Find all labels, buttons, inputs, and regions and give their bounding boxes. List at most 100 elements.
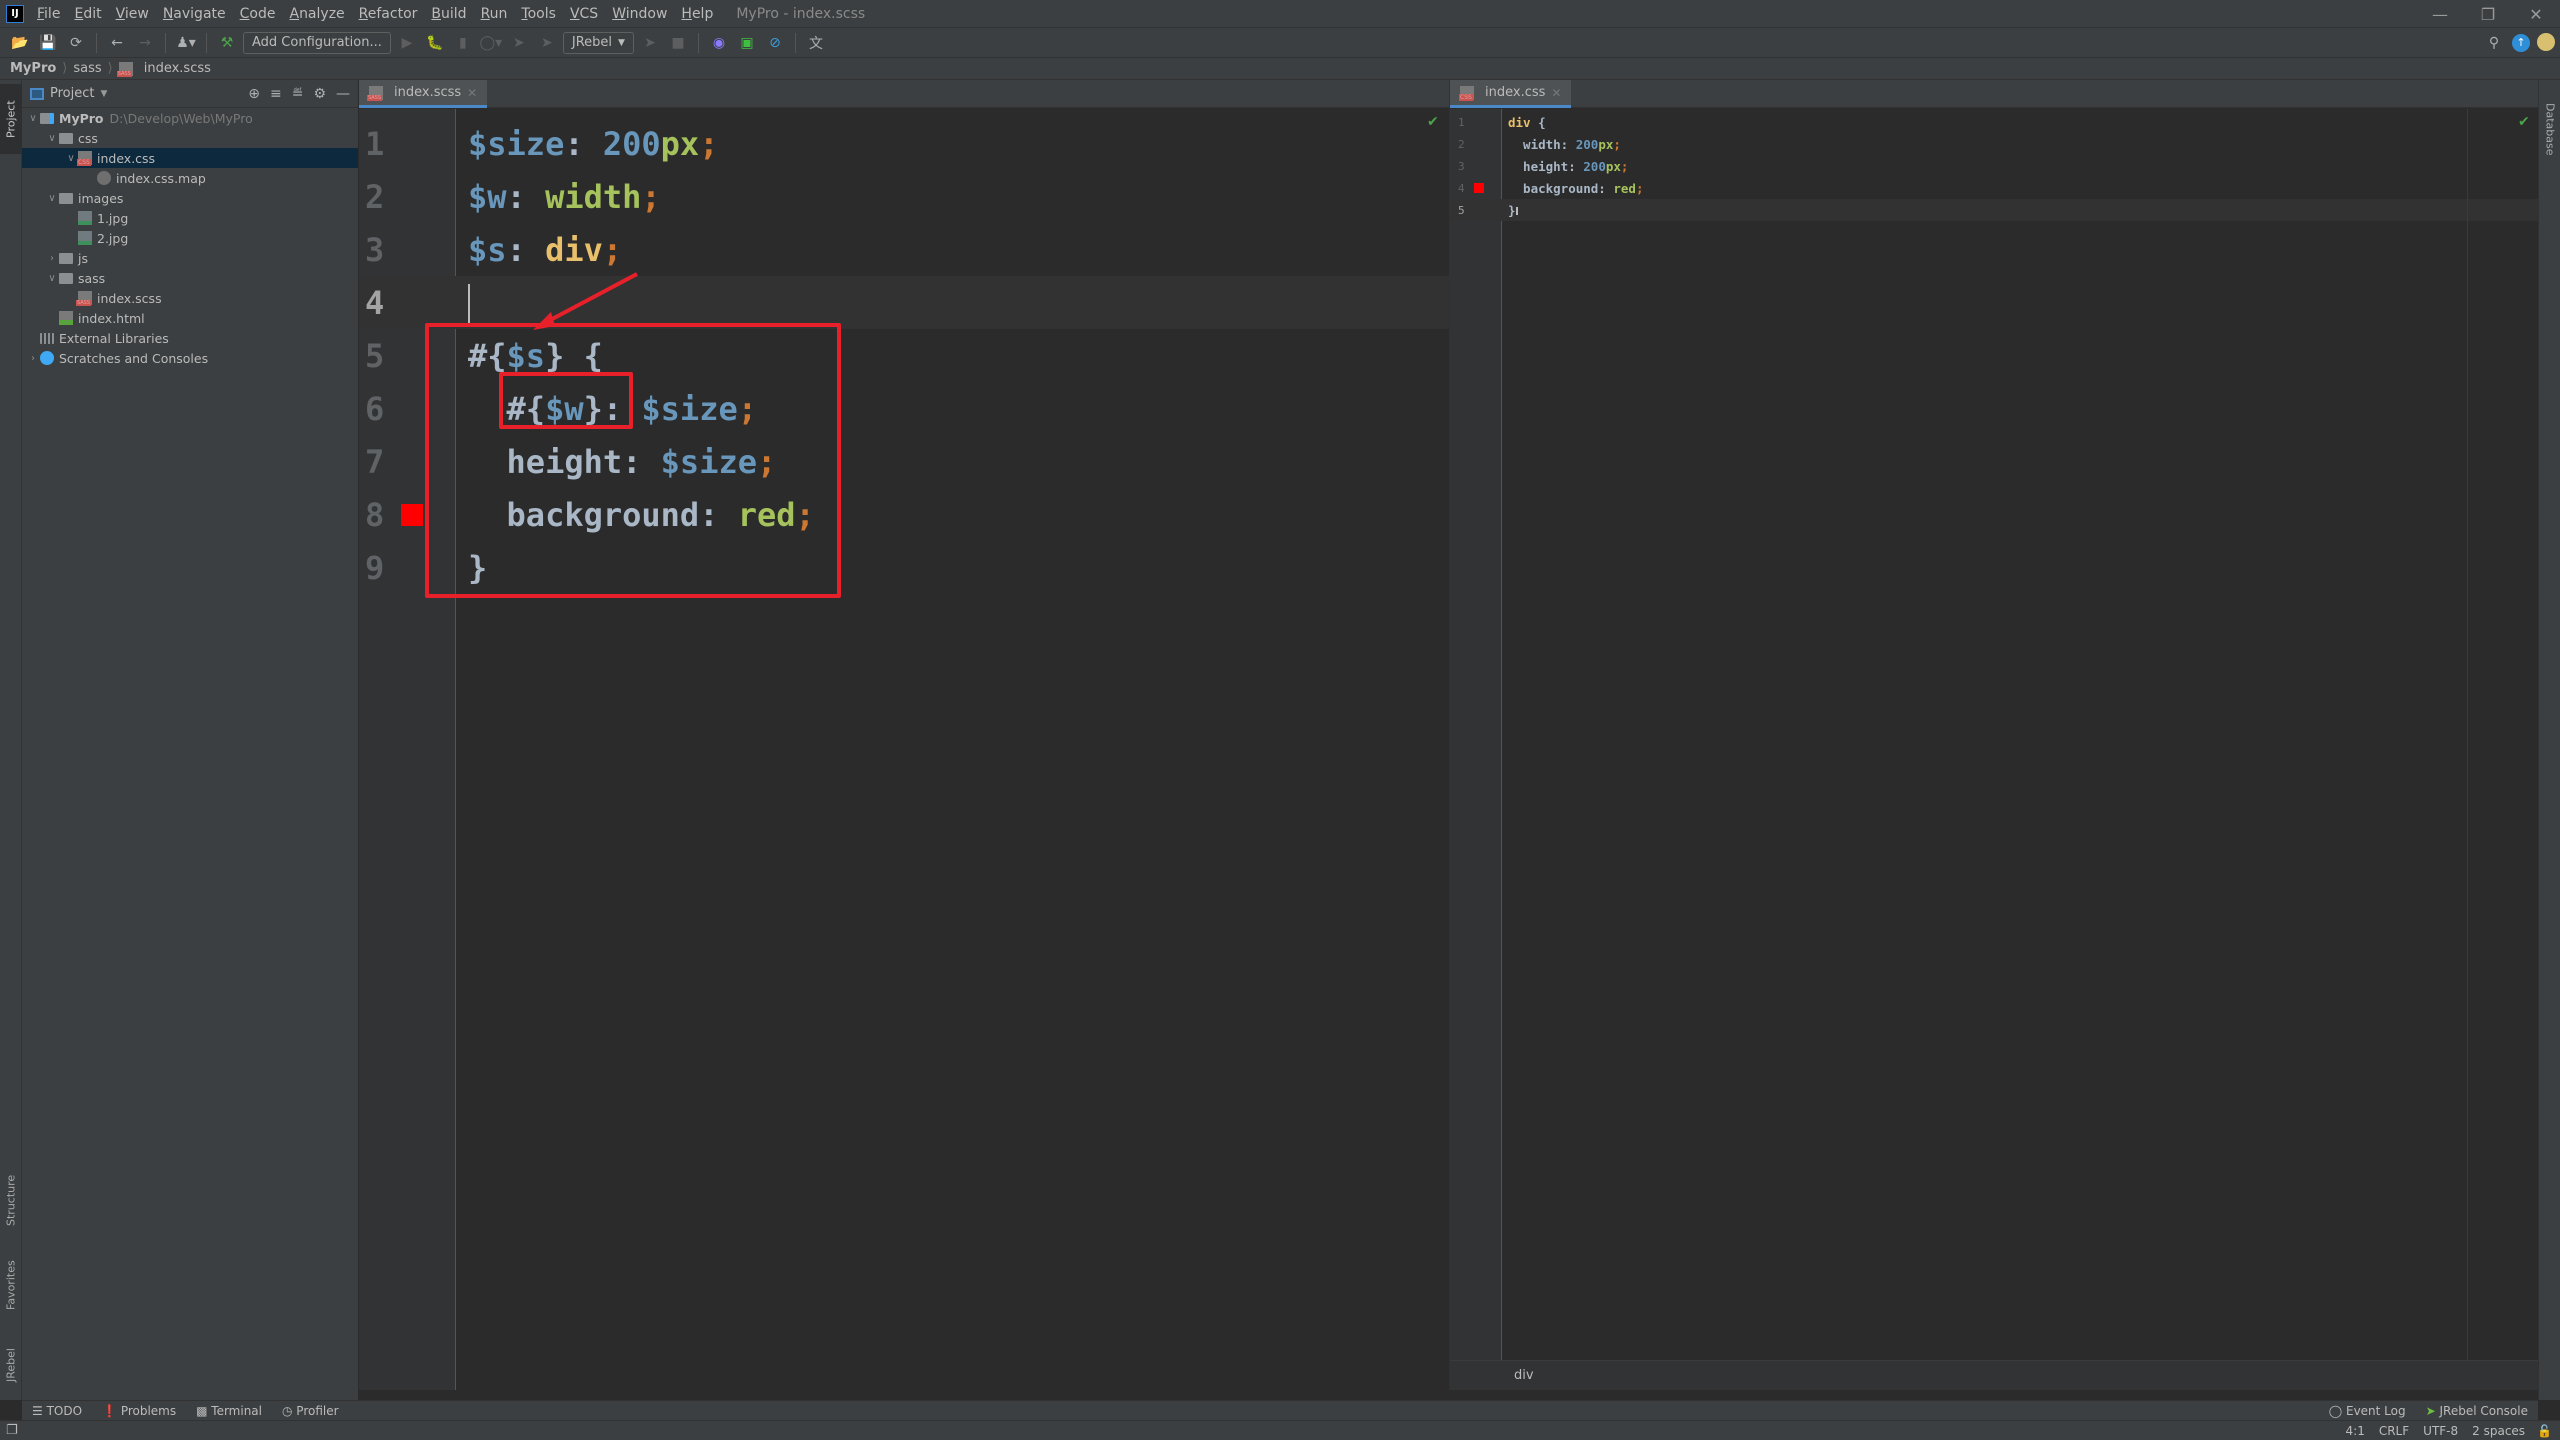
vcs-user-icon[interactable]: ♟▾ xyxy=(174,31,198,55)
editor-scss: index.scss ✕ 1 $size: 200px; 2 $w: width; 3 $… xyxy=(359,80,1449,1390)
translate-icon[interactable]: 文 xyxy=(804,31,828,55)
monitor-icon[interactable]: ▣ xyxy=(735,31,759,55)
run-icon[interactable]: ▶ xyxy=(395,31,419,55)
tool-tab-jrebel[interactable]: JRebel xyxy=(0,1330,22,1400)
globe-icon[interactable]: ◉ xyxy=(707,31,731,55)
close-window-button[interactable]: ✕ xyxy=(2512,0,2560,28)
color-swatch[interactable] xyxy=(1474,183,1484,193)
menu-run[interactable]: Run xyxy=(474,6,515,22)
chevron-down-icon[interactable]: ▼ xyxy=(100,89,107,99)
menu-code[interactable]: Code xyxy=(233,6,283,22)
menu-refactor[interactable]: Refactor xyxy=(352,6,425,22)
chevron-right-icon[interactable]: › xyxy=(26,353,40,364)
chevron-right-icon[interactable]: › xyxy=(45,253,59,264)
breadcrumb-item-file[interactable]: index.scss xyxy=(144,61,211,76)
avatar[interactable] xyxy=(2537,33,2555,51)
breadcrumb-item-sass[interactable]: sass xyxy=(73,61,101,76)
breadcrumb-item-mypro[interactable]: MyPro xyxy=(10,61,56,76)
profile-icon[interactable]: ◯▾ xyxy=(479,31,503,55)
locate-file-icon[interactable]: ⊕ xyxy=(248,86,260,102)
coverage-icon[interactable]: ▮ xyxy=(451,31,475,55)
gear-icon[interactable]: ⚙ xyxy=(313,86,326,102)
tree-item[interactable]: ∨ index.css xyxy=(22,148,358,168)
chevron-down-icon[interactable]: ∨ xyxy=(45,133,59,144)
update-icon[interactable]: ↑ xyxy=(2512,34,2530,52)
tree-item[interactable]: ∨ css xyxy=(22,128,358,148)
tab-index-scss[interactable]: index.scss ✕ xyxy=(359,80,488,108)
tree-item[interactable]: › js xyxy=(22,248,358,268)
tree-item[interactable]: External Libraries xyxy=(22,328,358,348)
tree-item[interactable]: ∨ sass xyxy=(22,268,358,288)
menu-window[interactable]: Window xyxy=(605,6,674,22)
build-hammer-icon[interactable]: ⚒ xyxy=(215,31,239,55)
tool-event-log[interactable]: ◯ Event Log xyxy=(2329,1404,2406,1418)
sync-icon[interactable]: ⟳ xyxy=(64,31,88,55)
menu-bar: File Edit View Navigate Code Analyze Refactor B… xyxy=(30,6,720,22)
menu-build[interactable]: Build xyxy=(424,6,473,22)
menu-analyze[interactable]: Analyze xyxy=(282,6,351,22)
file-encoding[interactable]: UTF-8 xyxy=(2423,1424,2458,1438)
lock-icon[interactable]: 🔓 xyxy=(2537,1424,2552,1438)
save-icon[interactable]: 💾 xyxy=(36,31,60,55)
tool-terminal[interactable]: ▩ Terminal xyxy=(196,1404,262,1418)
menu-view[interactable]: View xyxy=(109,6,156,22)
project-view-selector[interactable]: Project xyxy=(50,86,94,101)
tool-todo[interactable]: ☰ TODO xyxy=(32,1404,82,1418)
hide-panel-icon[interactable]: — xyxy=(336,86,350,102)
indent-setting[interactable]: 2 spaces xyxy=(2472,1424,2525,1438)
debug-icon[interactable]: 🐛 xyxy=(423,31,447,55)
tool-tab-structure[interactable]: Structure xyxy=(0,1160,22,1240)
chevron-down-icon[interactable]: ∨ xyxy=(64,153,78,164)
caret-position[interactable]: 4:1 xyxy=(2346,1424,2365,1438)
tool-tab-database[interactable]: Database xyxy=(2539,84,2560,174)
tree-item[interactable]: index.html xyxy=(22,308,358,328)
menu-vcs[interactable]: VCS xyxy=(563,6,605,22)
tree-item[interactable]: › Scratches and Consoles xyxy=(22,348,358,368)
menu-tools[interactable]: Tools xyxy=(514,6,563,22)
tab-index-css[interactable]: index.css ✕ xyxy=(1450,80,1572,108)
chevron-down-icon[interactable]: ∨ xyxy=(45,193,59,204)
tree-item[interactable]: ∨ images xyxy=(22,188,358,208)
tree-item[interactable]: index.css.map xyxy=(22,168,358,188)
search-icon[interactable]: ⚲ xyxy=(2482,31,2506,55)
close-tab-icon[interactable]: ✕ xyxy=(467,86,477,100)
tool-tab-favorites[interactable]: Favorites xyxy=(0,1245,22,1325)
menu-file[interactable]: File xyxy=(30,6,67,22)
tree-item[interactable]: 2.jpg xyxy=(22,228,358,248)
tool-tab-project[interactable]: Project xyxy=(0,84,22,154)
toggle-tool-windows-icon[interactable]: ❐ xyxy=(6,1423,18,1438)
tool-jrebel-console[interactable]: ➤ JRebel Console xyxy=(2426,1404,2528,1418)
tree-item-label: js xyxy=(78,250,88,266)
jrebel-run-icon[interactable]: ➤ xyxy=(507,31,531,55)
color-swatch[interactable] xyxy=(401,503,423,526)
tree-item[interactable]: index.scss xyxy=(22,288,358,308)
back-arrow-icon[interactable]: ← xyxy=(105,31,129,55)
chevron-down-icon[interactable]: ∨ xyxy=(26,113,40,124)
chevron-down-icon[interactable]: ∨ xyxy=(45,273,59,284)
collapse-all-icon[interactable]: ≝ xyxy=(292,86,304,102)
breadcrumb-item-div[interactable]: div xyxy=(1514,1368,1534,1383)
stop-icon[interactable]: ■ xyxy=(666,31,690,55)
forward-arrow-icon[interactable]: → xyxy=(133,31,157,55)
tree-item[interactable]: 1.jpg xyxy=(22,208,358,228)
menu-edit[interactable]: Edit xyxy=(67,6,108,22)
line-separator[interactable]: CRLF xyxy=(2379,1424,2409,1438)
code-area[interactable]: 1 div {2 width: 200px; 3 height: 200px; 4 b… xyxy=(1450,109,2539,1360)
expand-all-icon[interactable]: ≡ xyxy=(270,86,282,102)
jrebel-combo[interactable]: JRebel ▼ xyxy=(562,31,634,54)
menu-help[interactable]: Help xyxy=(674,6,720,22)
attach-icon[interactable]: ➤ xyxy=(638,31,662,55)
tool-problems[interactable]: ❗ Problems xyxy=(102,1404,176,1418)
tree-item[interactable]: ∨ MyPro D:\Develop\Web\MyPro xyxy=(22,108,358,128)
no-entry-icon[interactable]: ⊘ xyxy=(763,31,787,55)
minimize-button[interactable]: — xyxy=(2416,0,2464,28)
open-folder-icon[interactable]: 📂 xyxy=(8,31,32,55)
run-configuration-combo[interactable]: Add Configuration... xyxy=(243,31,391,54)
jrebel-debug-icon[interactable]: ➤ xyxy=(535,31,559,55)
code-area[interactable]: 1 $size: 200px; 2 $w: width; 3 $s: div; 4 5 #{$s… xyxy=(359,109,1449,1390)
tool-profiler[interactable]: ◷ Profiler xyxy=(282,1404,339,1418)
restore-button[interactable]: ❐ xyxy=(2464,0,2512,28)
alert-icon: ❗ xyxy=(102,1403,121,1418)
menu-navigate[interactable]: Navigate xyxy=(156,6,233,22)
close-tab-icon[interactable]: ✕ xyxy=(1551,86,1561,100)
